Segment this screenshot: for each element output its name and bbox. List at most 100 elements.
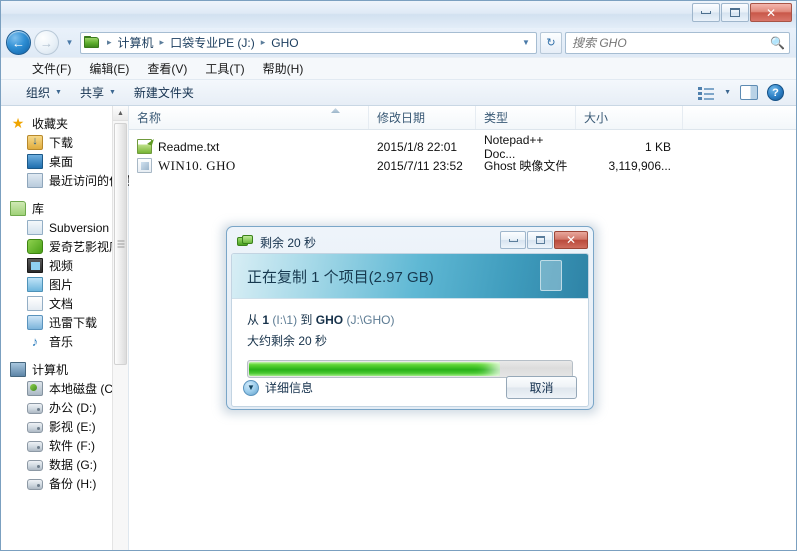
sidebar-item-computer[interactable]: 计算机 <box>1 360 128 379</box>
sidebar-item-libraries[interactable]: 库 <box>1 199 128 218</box>
file-name-cell[interactable]: Readme.txt <box>129 139 369 154</box>
sidebar-item-pictures[interactable]: 图片 <box>1 275 128 294</box>
search-input[interactable] <box>570 34 771 51</box>
sidebar-item-drive-h[interactable]: 备份 (H:) <box>1 474 128 493</box>
history-dropdown-button[interactable]: ▼ <box>62 30 77 55</box>
sidebar-item-label: 软件 (F:) <box>49 439 95 453</box>
sidebar-item-label: 影视 (E:) <box>49 420 96 434</box>
dialog-minimize-button[interactable] <box>500 231 526 249</box>
chevron-down-icon: ▼ <box>65 38 74 47</box>
sidebar-item-drive-c[interactable]: 本地磁盘 (C:) <box>1 379 128 398</box>
file-name-cell[interactable]: WIN10. GHO <box>129 158 369 174</box>
refresh-button[interactable]: ↻ <box>540 31 562 54</box>
sidebar-item-iqiyi[interactable]: 爱奇艺影视库 <box>1 237 128 256</box>
minimize-button[interactable] <box>692 3 720 22</box>
minimize-icon <box>701 11 711 14</box>
dialog-close-button[interactable]: ✕ <box>554 231 588 249</box>
menu-help[interactable]: 帮助(H) <box>254 58 313 79</box>
maximize-icon <box>535 236 545 244</box>
from-label: 从 <box>247 313 260 327</box>
scrollbar-grip-icon <box>117 240 124 248</box>
cancel-button[interactable]: 取消 <box>506 376 577 399</box>
sidebar-item-favorites[interactable]: ★ 收藏夹 <box>1 114 128 133</box>
close-button[interactable]: ✕ <box>750 3 792 22</box>
command-toolbar: 组织 ▼ 共享 ▼ 新建文件夹 ▼ ? <box>1 79 796 106</box>
window-titlebar: ✕ <box>1 1 796 28</box>
scrollbar-thumb[interactable] <box>114 123 127 365</box>
menu-edit[interactable]: 编辑(E) <box>80 58 138 79</box>
forward-arrow-icon: → <box>40 35 53 50</box>
sidebar-item-documents[interactable]: 文档 <box>1 294 128 313</box>
music-icon: ♪ <box>31 334 39 349</box>
sidebar-item-desktop[interactable]: 桌面 <box>1 152 128 171</box>
breadcrumb-separator: ▸ <box>260 37 266 47</box>
breadcrumb-item-gho[interactable]: GHO <box>270 36 299 50</box>
sidebar-item-drive-g[interactable]: 数据 (G:) <box>1 455 128 474</box>
sidebar-item-label: 备份 (H:) <box>49 477 97 491</box>
sidebar-item-videos[interactable]: 视频 <box>1 256 128 275</box>
menu-view[interactable]: 查看(V) <box>138 58 196 79</box>
column-header-date[interactable]: 修改日期 <box>369 106 476 129</box>
change-view-icon[interactable] <box>698 86 715 100</box>
maximize-button[interactable] <box>721 3 749 22</box>
chevron-down-icon[interactable]: ▼ <box>724 89 731 96</box>
column-header-name[interactable]: 名称 <box>129 106 369 129</box>
sidebar-item-downloads[interactable]: 下载 <box>1 133 128 152</box>
to-label: 到 <box>300 313 313 327</box>
chevron-down-icon: ▼ <box>55 89 62 96</box>
preview-pane-icon[interactable] <box>740 85 758 100</box>
new-folder-button[interactable]: 新建文件夹 <box>125 81 203 104</box>
sidebar-scrollbar[interactable]: ▲ <box>112 106 128 550</box>
help-icon[interactable]: ? <box>767 84 784 101</box>
file-name-text: WIN10. GHO <box>158 157 236 173</box>
scroll-up-arrow-icon[interactable]: ▲ <box>113 106 128 121</box>
back-button[interactable]: ← <box>6 30 31 55</box>
sidebar-item-drive-d[interactable]: 办公 (D:) <box>1 398 128 417</box>
sidebar-group-computer: 计算机 本地磁盘 (C:) 办公 (D:) 影视 (E:) 软件 (F:) 数据… <box>1 360 128 493</box>
sidebar-item-subversion[interactable]: Subversion <box>1 218 128 237</box>
minimize-icon <box>508 238 518 242</box>
sidebar-item-label: 迅雷下载 <box>49 316 98 330</box>
forward-button[interactable]: → <box>34 30 59 55</box>
pictures-icon <box>27 277 43 292</box>
breadcrumb-dropdown-icon[interactable]: ▼ <box>518 38 534 47</box>
sidebar-item-recent-places[interactable]: 最近访问的位置 <box>1 171 133 190</box>
breadcrumb-item-drive[interactable]: 口袋专业PE (J:) <box>169 34 256 51</box>
recent-places-icon <box>27 173 43 188</box>
sidebar-item-music[interactable]: ♪ 音乐 <box>1 332 128 351</box>
sidebar-item-label: 下载 <box>49 136 74 150</box>
to-path: (J:\GHO) <box>346 313 395 327</box>
sidebar-item-label: 音乐 <box>49 335 74 349</box>
toolbar-right-group: ▼ ? <box>698 84 788 101</box>
menu-tools[interactable]: 工具(T) <box>196 58 253 79</box>
thunder-download-icon <box>27 315 43 330</box>
navigation-pane: ★ 收藏夹 下载 桌面 最近访问的位置 <box>1 106 133 550</box>
column-header-size[interactable]: 大小 <box>576 106 683 129</box>
share-button[interactable]: 共享 ▼ <box>71 81 125 104</box>
sidebar-item-drive-e[interactable]: 影视 (E:) <box>1 417 128 436</box>
notepad-plus-plus-file-icon <box>137 139 152 154</box>
menu-bar: 文件(F) 编辑(E) 查看(V) 工具(T) 帮助(H) <box>1 57 796 79</box>
table-row[interactable]: Readme.txt 2015/1/8 22:01 Notepad++ Doc.… <box>129 133 796 161</box>
breadcrumb-item-computer[interactable]: 计算机 <box>117 34 155 51</box>
dialog-body: 正在复制 1 个项目(2.97 GB) 从 1 (I:\1) 到 GHO (J:… <box>231 253 589 407</box>
sidebar-item-label: 本地磁盘 (C:) <box>49 382 121 396</box>
organize-button[interactable]: 组织 ▼ <box>17 81 71 104</box>
menu-file[interactable]: 文件(F) <box>23 58 80 79</box>
sidebar-item-thunder-download[interactable]: 迅雷下载 <box>1 313 128 332</box>
from-path: (I:\1) <box>272 313 298 327</box>
column-header-type[interactable]: 类型 <box>476 106 576 129</box>
explorer-window: ✕ ← → ▼ ▸ 计算机 ▸ 口袋专业PE (J:) ▸ GHO ▼ ↻ 搜索… <box>0 0 797 551</box>
file-size-cell: 1 KB <box>644 139 671 154</box>
sidebar-item-drive-f[interactable]: 软件 (F:) <box>1 436 128 455</box>
sidebar-item-label: 收藏夹 <box>32 117 69 131</box>
dialog-footer: ▼ 详细信息 取消 <box>232 371 588 404</box>
copy-pages-icon <box>237 235 253 249</box>
breadcrumb[interactable]: ▸ 计算机 ▸ 口袋专业PE (J:) ▸ GHO ▼ <box>80 31 537 54</box>
search-box[interactable]: 🔍 <box>565 31 790 54</box>
details-toggle-button[interactable]: ▼ 详细信息 <box>243 379 313 396</box>
dialog-maximize-button[interactable] <box>527 231 553 249</box>
table-row[interactable]: WIN10. GHO 2015/7/11 23:52 Ghost 映像文件 3,… <box>129 156 796 175</box>
dialog-window-controls: ✕ <box>500 231 588 249</box>
details-label: 详细信息 <box>265 381 314 395</box>
